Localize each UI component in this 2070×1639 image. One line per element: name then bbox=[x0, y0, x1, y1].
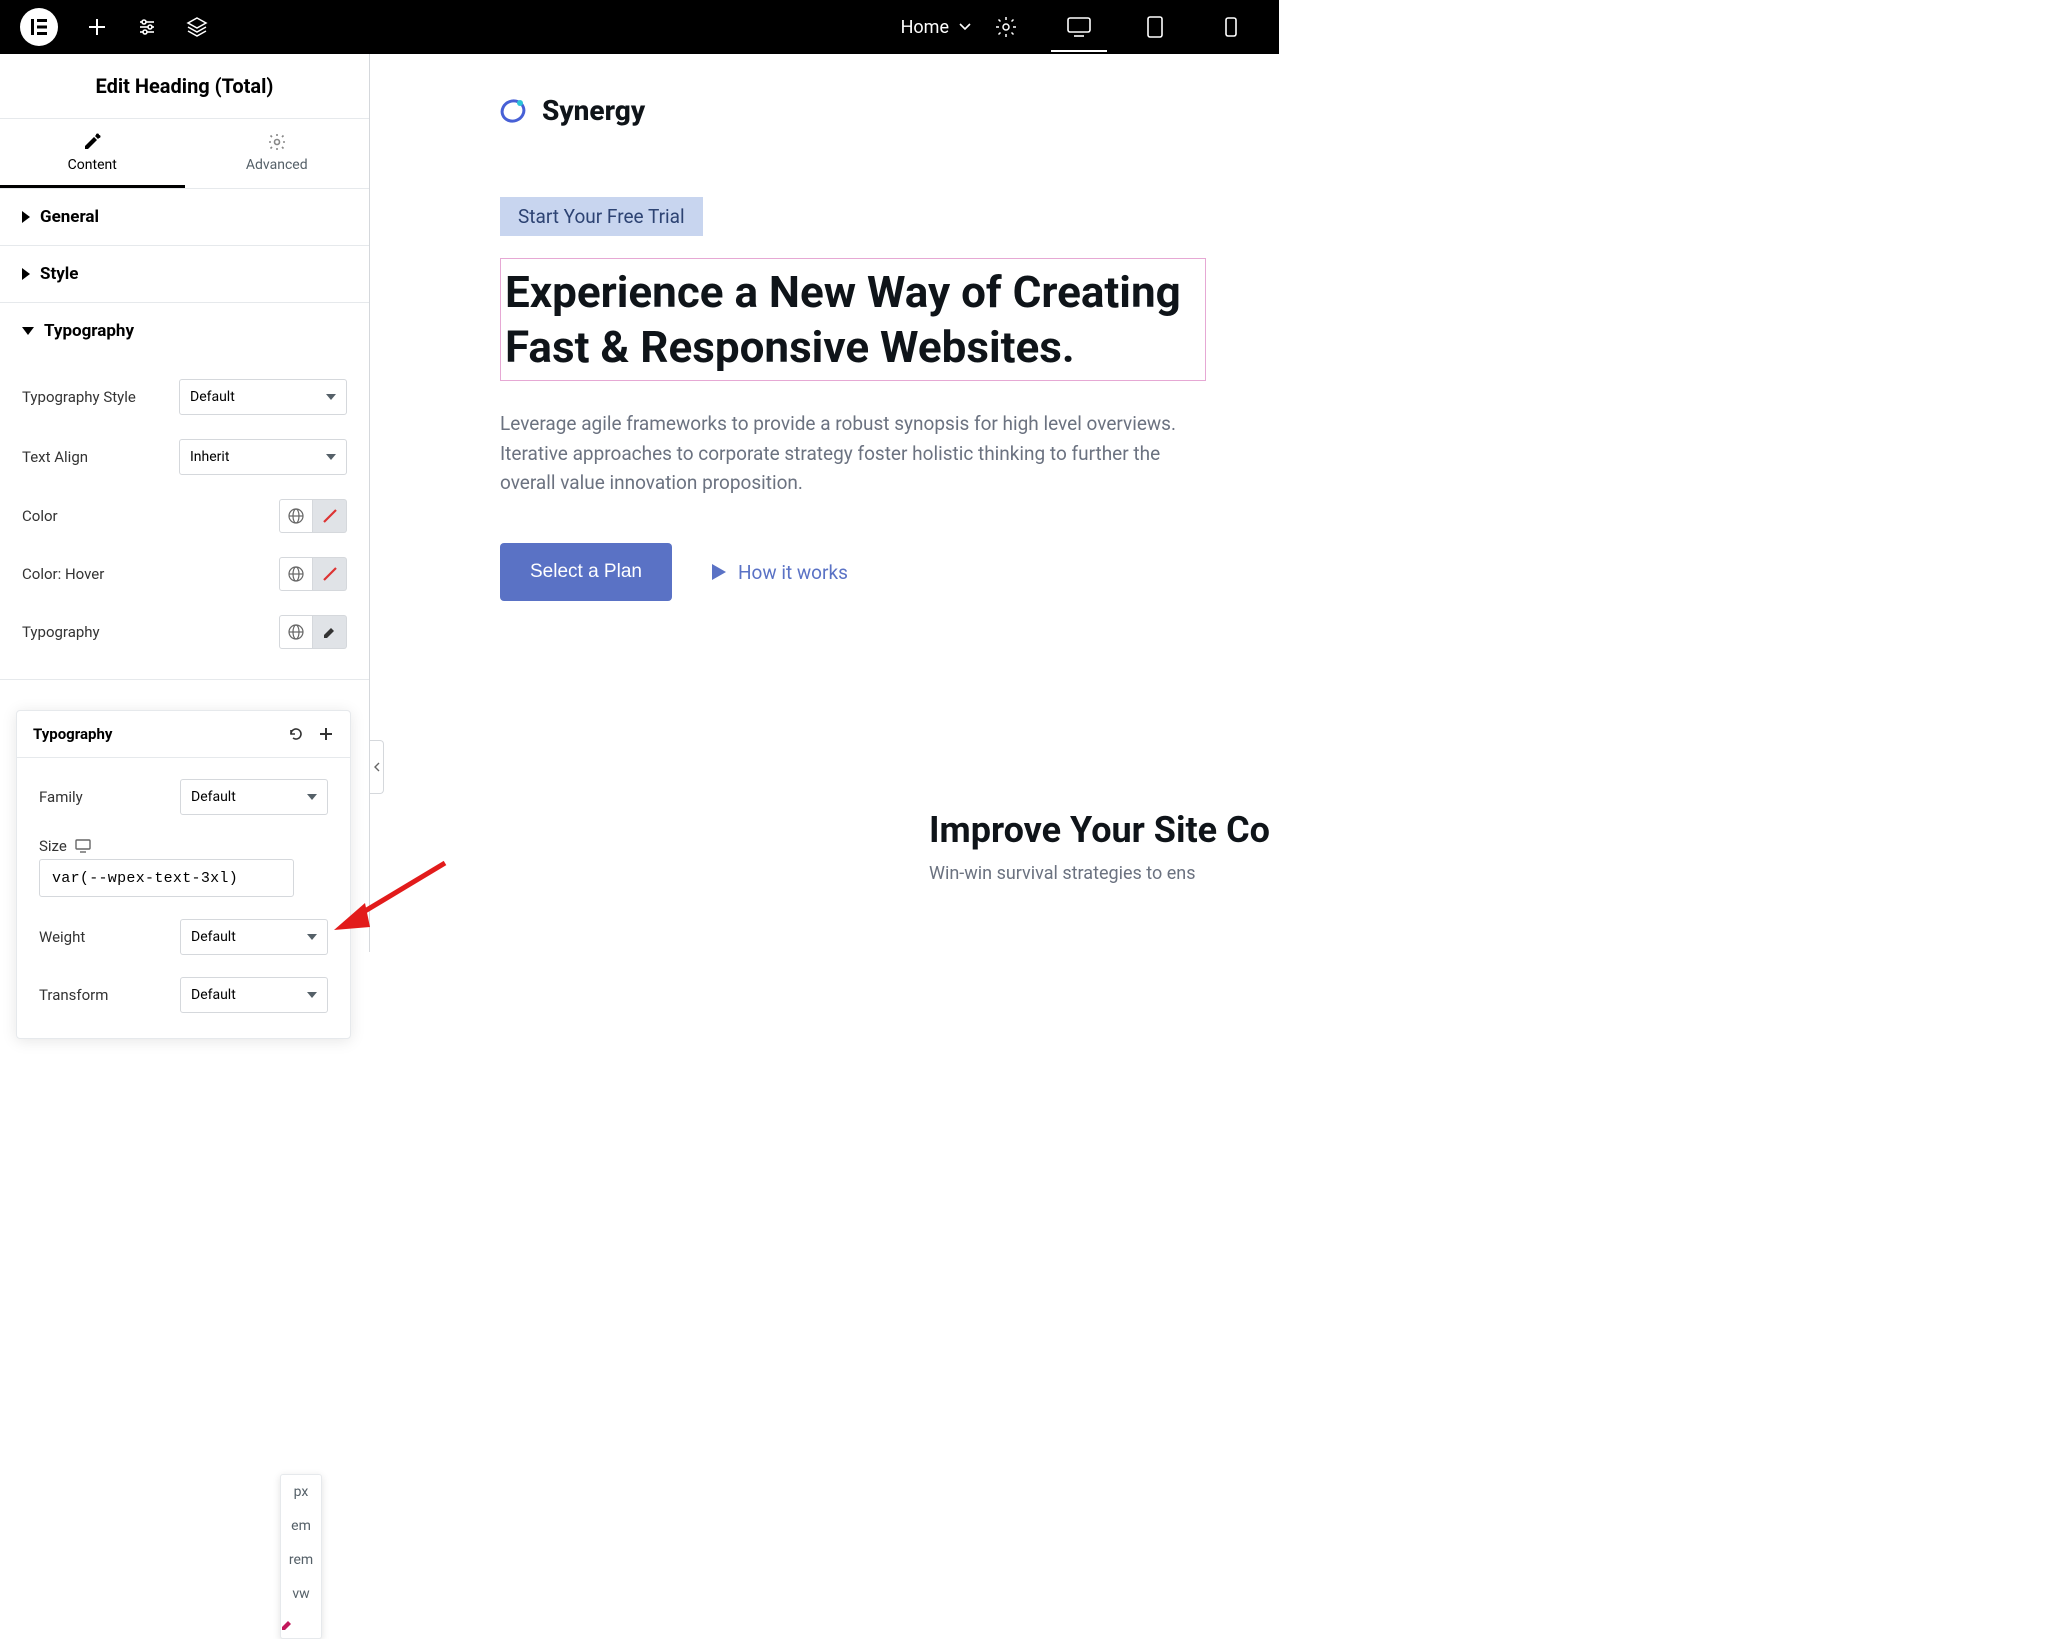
tab-content[interactable]: Content bbox=[0, 119, 185, 188]
chevron-left-icon bbox=[374, 762, 380, 772]
global-color-button[interactable] bbox=[279, 499, 313, 533]
typography-popup: Typography Family Default Size bbox=[16, 710, 351, 1039]
brand-logo-block: Synergy bbox=[500, 94, 1279, 127]
pencil-icon bbox=[323, 625, 337, 639]
control-typography-edit: Typography bbox=[22, 603, 347, 661]
second-section: Improve Your Site Co Win-win survival st… bbox=[929, 809, 1279, 884]
section-style[interactable]: Style bbox=[0, 246, 369, 302]
popup-title: Typography bbox=[33, 725, 112, 743]
caret-down-icon bbox=[22, 327, 34, 335]
how-it-works-link[interactable]: How it works bbox=[712, 561, 848, 584]
global-color-hover-button[interactable] bbox=[279, 557, 313, 591]
device-tablet[interactable] bbox=[1127, 2, 1183, 52]
size-row bbox=[39, 859, 328, 908]
sidebar: Edit Heading (Total) Content Advanced Ge… bbox=[0, 54, 370, 952]
color-hover-picker-button[interactable] bbox=[313, 557, 347, 591]
panel-tabs: Content Advanced bbox=[0, 119, 369, 189]
second-heading: Improve Your Site Co bbox=[929, 809, 1279, 851]
global-typography-button[interactable] bbox=[279, 615, 313, 649]
elementor-logo[interactable] bbox=[20, 8, 58, 46]
second-sub: Win-win survival strategies to ens bbox=[929, 863, 1279, 884]
family-select[interactable]: Default bbox=[180, 779, 328, 815]
hero-heading[interactable]: Experience a New Way of Creating Fast & … bbox=[500, 258, 1206, 381]
control-typography-style: Typography Style Default bbox=[22, 367, 347, 427]
color-swatch-icon bbox=[321, 507, 339, 525]
size-row-label: Size bbox=[39, 826, 328, 859]
text-align-select[interactable]: Inherit bbox=[179, 439, 347, 475]
gear-icon bbox=[268, 133, 286, 151]
gear-icon[interactable] bbox=[995, 16, 1017, 38]
trial-badge[interactable]: Start Your Free Trial bbox=[500, 197, 703, 236]
panel-title: Edit Heading (Total) bbox=[0, 54, 369, 119]
caret-right-icon bbox=[22, 211, 30, 223]
layers-icon[interactable] bbox=[186, 16, 208, 38]
responsive-icon[interactable] bbox=[75, 839, 91, 853]
weight-row: Weight Default bbox=[39, 908, 328, 966]
control-color: Color bbox=[22, 487, 347, 545]
device-desktop[interactable] bbox=[1051, 2, 1107, 52]
globe-icon bbox=[288, 624, 304, 640]
page-label: Home bbox=[901, 17, 949, 38]
device-mobile[interactable] bbox=[1203, 2, 1259, 52]
pencil-icon bbox=[83, 133, 101, 151]
family-row: Family Default bbox=[39, 768, 328, 826]
brand-mark-icon bbox=[500, 98, 526, 124]
color-swatch-icon bbox=[321, 565, 339, 583]
page-selector[interactable]: Home bbox=[901, 17, 971, 38]
collapse-sidebar-handle[interactable] bbox=[370, 740, 384, 794]
unit-em[interactable]: em bbox=[281, 1509, 321, 1543]
unit-rem[interactable]: rem bbox=[281, 1543, 321, 1577]
reset-button[interactable] bbox=[288, 726, 304, 742]
unit-px[interactable]: px bbox=[281, 1475, 321, 1509]
add-button[interactable] bbox=[318, 726, 334, 742]
weight-select[interactable]: Default bbox=[180, 919, 328, 955]
chevron-down-icon bbox=[959, 23, 971, 31]
play-icon bbox=[712, 564, 726, 580]
section-typography[interactable]: Typography bbox=[0, 303, 369, 359]
caret-right-icon bbox=[22, 268, 30, 280]
unit-custom[interactable] bbox=[281, 1611, 321, 1638]
topbar: Home bbox=[0, 0, 1279, 54]
typography-style-select[interactable]: Default bbox=[179, 379, 347, 415]
control-color-hover: Color: Hover bbox=[22, 545, 347, 603]
size-input[interactable] bbox=[39, 859, 294, 897]
unit-dropdown: px em rem vw bbox=[280, 1474, 322, 1639]
control-text-align: Text Align Inherit bbox=[22, 427, 347, 487]
transform-row: Transform Default bbox=[39, 966, 328, 1024]
transform-select[interactable]: Default bbox=[180, 977, 328, 1013]
typography-edit-button[interactable] bbox=[313, 615, 347, 649]
tab-advanced[interactable]: Advanced bbox=[185, 119, 370, 188]
section-general[interactable]: General bbox=[0, 189, 369, 245]
unit-vw[interactable]: vw bbox=[281, 1577, 321, 1611]
undo-icon bbox=[288, 726, 304, 742]
color-picker-button[interactable] bbox=[313, 499, 347, 533]
globe-icon bbox=[288, 566, 304, 582]
pencil-icon bbox=[281, 1618, 294, 1631]
preview-canvas: Synergy Start Your Free Trial Experience… bbox=[370, 54, 1279, 952]
brand-name: Synergy bbox=[542, 94, 645, 127]
settings-sliders-icon[interactable] bbox=[136, 16, 158, 38]
hero-subtext: Leverage agile frameworks to provide a r… bbox=[500, 409, 1210, 497]
plus-icon bbox=[318, 726, 334, 742]
globe-icon bbox=[288, 508, 304, 524]
add-icon[interactable] bbox=[86, 16, 108, 38]
select-plan-button[interactable]: Select a Plan bbox=[500, 543, 672, 601]
